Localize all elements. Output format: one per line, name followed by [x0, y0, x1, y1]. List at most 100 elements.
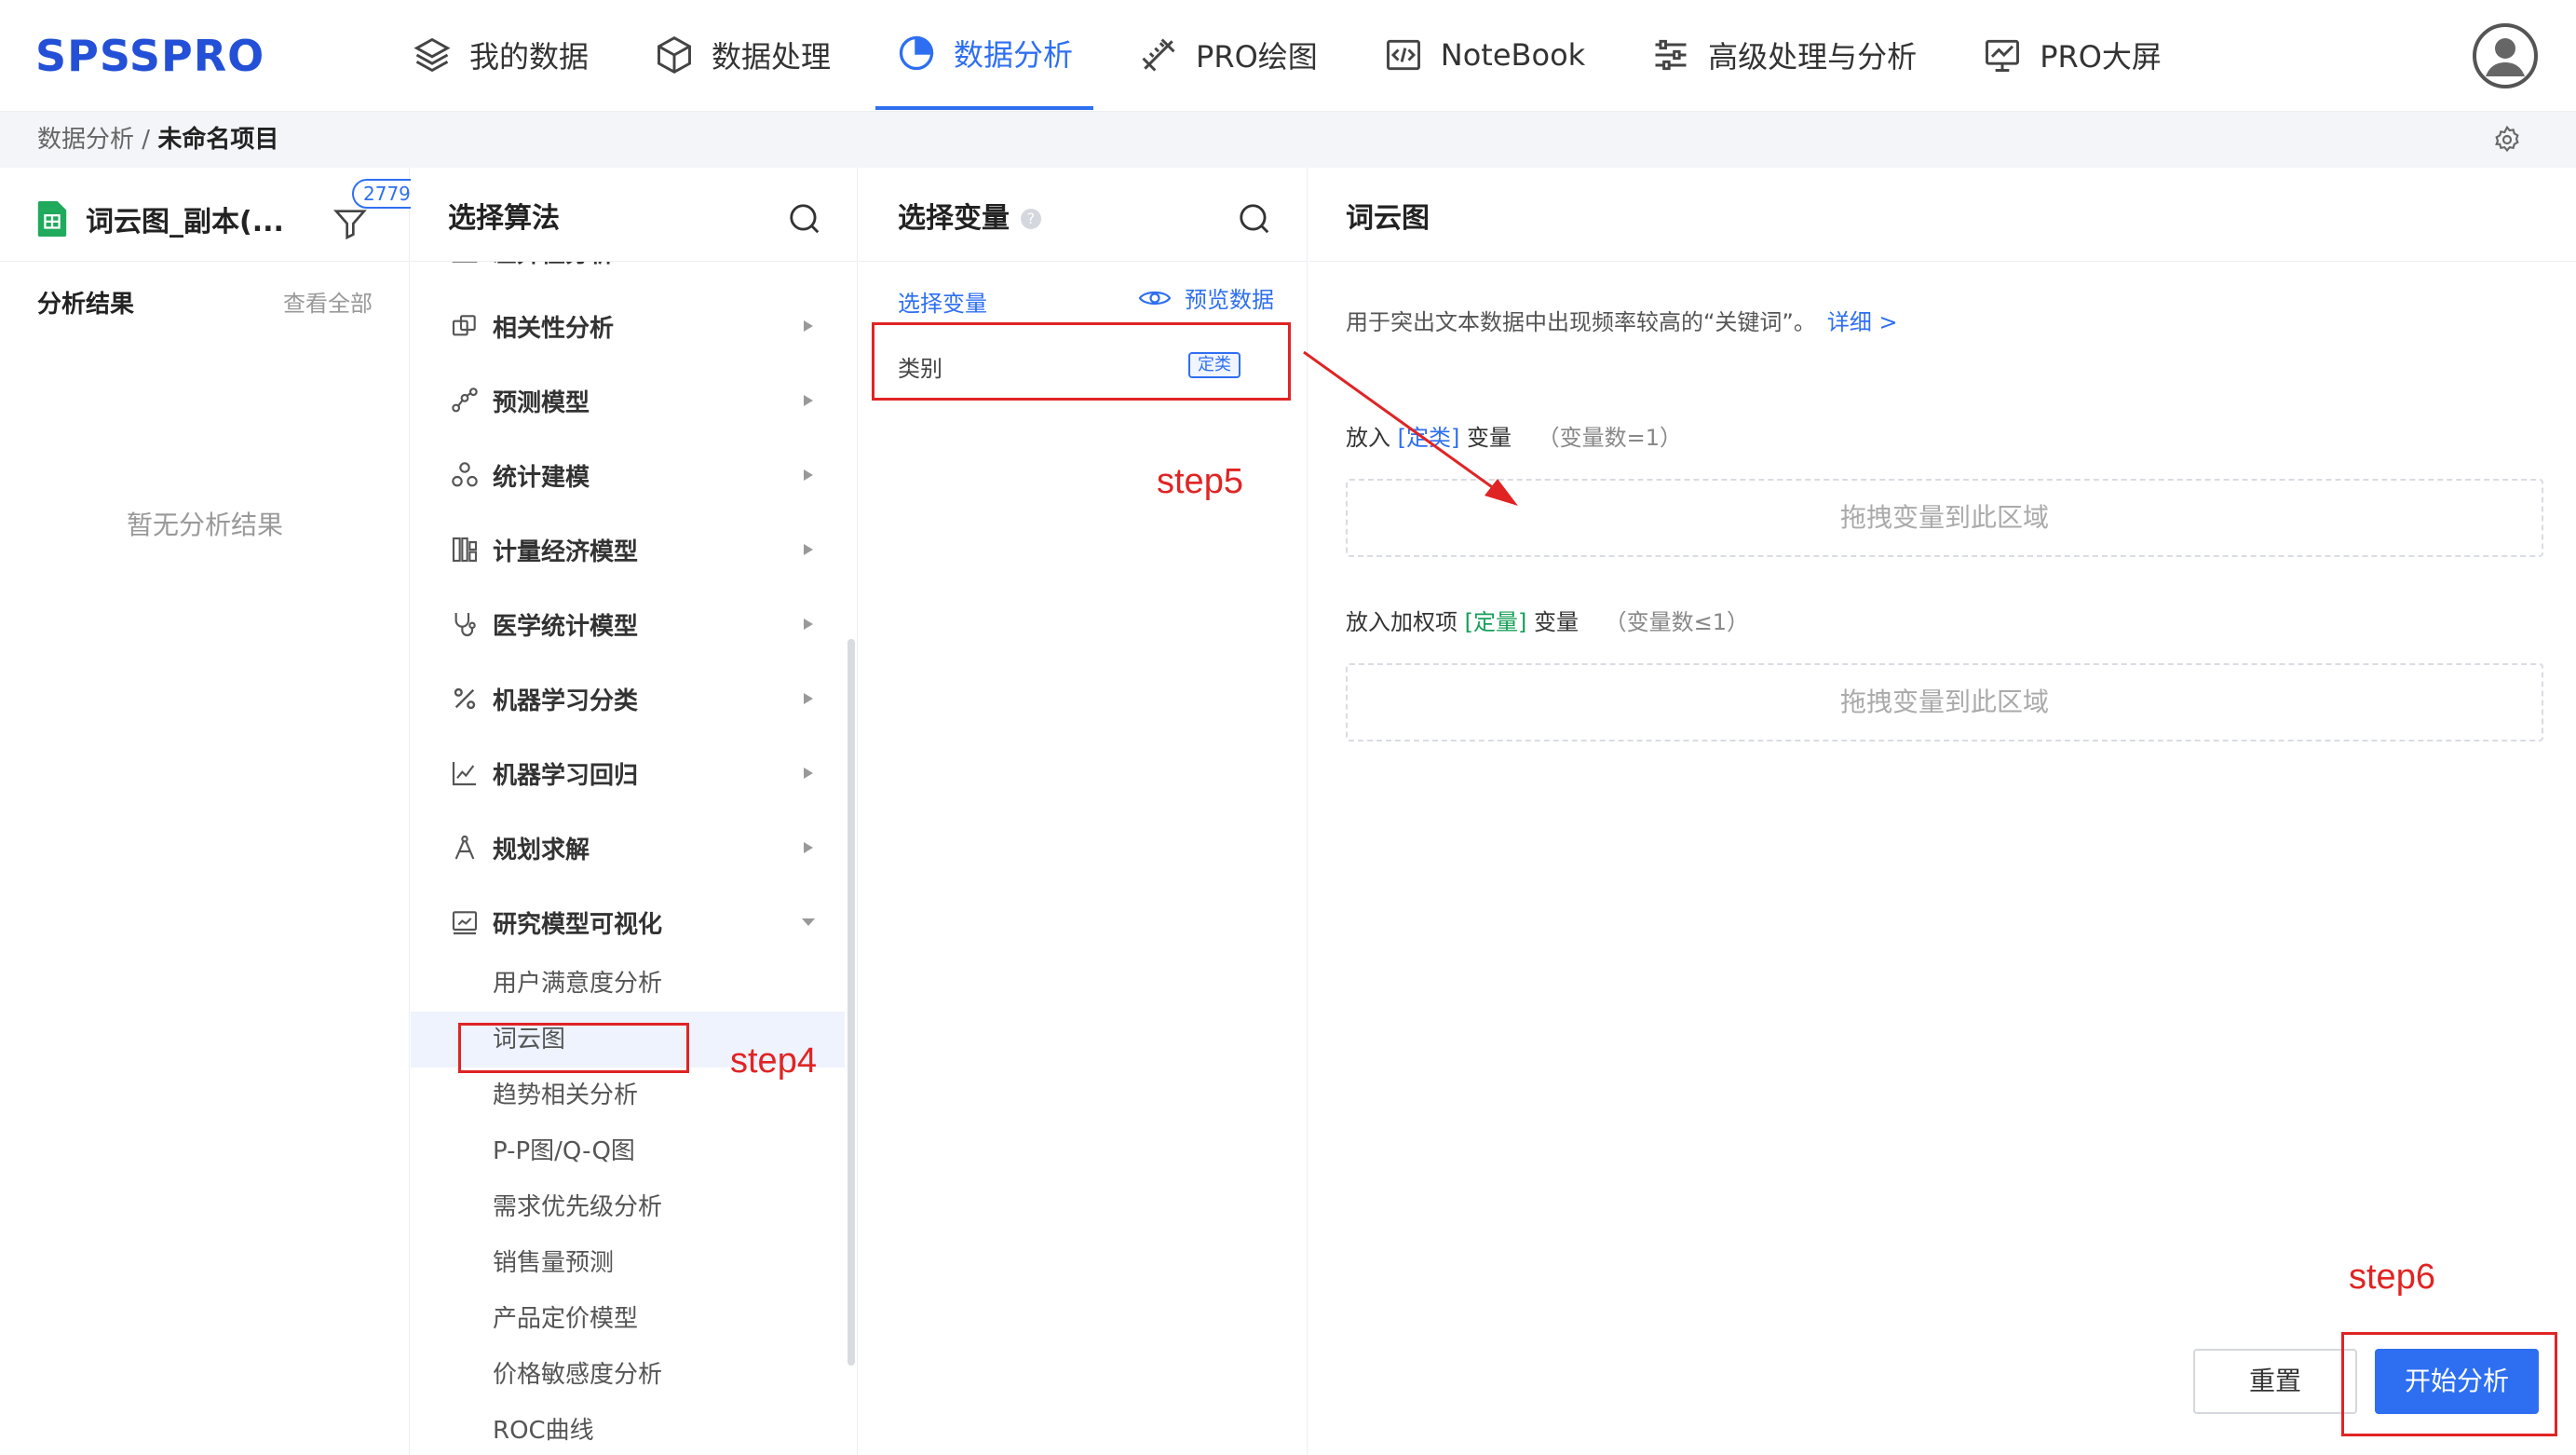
chart-board-icon [452, 911, 478, 935]
code-icon [1386, 39, 1420, 71]
category-label: 医学统计模型 [493, 612, 639, 641]
caret-right-icon [804, 842, 813, 853]
nav-data-processing[interactable]: 数据处理 [633, 0, 851, 110]
category-label: 计量经济模型 [493, 537, 639, 566]
analysis-results-title: 分析结果 [37, 291, 135, 319]
settings-gear-icon[interactable] [2492, 125, 2522, 155]
nav-pro-dashboard[interactable]: PRO大屏 [1961, 0, 2182, 110]
search-icon[interactable] [1237, 201, 1272, 237]
line-chart-icon [452, 762, 476, 786]
category-label: 研究模型可视化 [493, 910, 663, 939]
correlation-icon [452, 315, 476, 336]
columns-icon [452, 537, 478, 563]
app-logo[interactable]: SPSSPRO [35, 28, 264, 84]
project-title[interactable]: 词云图_副本(... [37, 196, 284, 242]
nav-label: 我的数据 [469, 39, 590, 75]
cube-icon [658, 35, 691, 75]
nav-advanced[interactable]: 高级处理与分析 [1630, 0, 1937, 110]
algo-header: 选择算法 [411, 168, 857, 261]
stethoscope-icon [454, 613, 476, 636]
slot-prefix: 放入加权项 [1346, 609, 1457, 635]
algorithm-panel: 差异性分析 相关性分析 预测模型 统计建模 计量经济模型 医学统计模型 [411, 168, 858, 1455]
category-ml-regression[interactable]: 机器学习回归 [411, 745, 845, 801]
step5-label: step5 [1157, 462, 1243, 501]
config-title: 词云图 [1346, 202, 1430, 235]
category-statistical-modeling[interactable]: 统计建模 [411, 447, 845, 503]
nav-pro-drawing[interactable]: PRO绘图 [1118, 0, 1338, 110]
caret-down-icon [802, 918, 815, 926]
category-ml-classification[interactable]: 机器学习分类 [411, 671, 845, 727]
nav-label: 数据分析 [954, 37, 1074, 73]
nav-label: 数据处理 [712, 39, 832, 75]
compass-icon [454, 835, 475, 860]
divider [411, 261, 857, 262]
sub-pp-qq[interactable]: P-P图/Q-Q图 [411, 1123, 845, 1179]
caret-right-icon [804, 395, 813, 406]
project-name: 词云图_副本(... [86, 206, 284, 238]
slot-count: （变量数≤1） [1604, 609, 1750, 635]
caret-right-icon [804, 469, 813, 481]
step6-label: step6 [2349, 1258, 2435, 1297]
nav-data-analysis[interactable]: 数据分析 [875, 0, 1094, 110]
breadcrumb: 数据分析 / 未命名项目 [37, 125, 278, 155]
scrollbar[interactable] [847, 639, 855, 1366]
sub-satisfaction[interactable]: 用户满意度分析 [411, 956, 845, 1012]
sub-demand-priority[interactable]: 需求优先级分析 [411, 1179, 845, 1235]
nav-label: 高级处理与分析 [1708, 39, 1918, 75]
slot-type: [定量] [1464, 609, 1527, 635]
help-icon[interactable]: ? [1021, 209, 1041, 229]
breadcrumb-separator: / [134, 126, 158, 154]
sub-roc-curve[interactable]: ROC曲线 [411, 1403, 845, 1455]
spreadsheet-icon [37, 201, 67, 237]
category-prediction[interactable]: 预测模型 [411, 373, 845, 428]
reset-button[interactable]: 重置 [2193, 1349, 2357, 1414]
nodes-icon [452, 462, 478, 487]
description-text: 用于突出文本数据中出现频率较高的“关键词”。 [1346, 309, 1816, 335]
drop-zone-weight[interactable]: 拖拽变量到此区域 [1346, 663, 2543, 741]
slot-suffix: 变量 [1534, 609, 1579, 635]
nav-my-data[interactable]: 我的数据 [391, 0, 609, 110]
category-planning[interactable]: 规划求解 [411, 820, 845, 876]
preview-data-link[interactable]: 预览数据 [1138, 281, 1274, 314]
config-description: 用于突出文本数据中出现频率较高的“关键词”。 详细 > [1346, 304, 1898, 336]
search-icon[interactable] [787, 201, 822, 237]
percent-icon [454, 687, 476, 710]
caret-right-icon [804, 320, 813, 332]
main-nav: 我的数据 数据处理 数据分析 PRO绘图 NoteBook 高级处理与分析 PR… [391, 0, 2206, 112]
network-icon [452, 388, 478, 413]
nav-notebook[interactable]: NoteBook [1363, 0, 1606, 110]
category-label: 机器学习回归 [493, 761, 639, 790]
caret-right-icon [804, 768, 813, 779]
category-label: 相关性分析 [493, 314, 615, 343]
category-label: 统计建模 [493, 463, 590, 492]
breadcrumb-current: 未命名项目 [157, 126, 279, 154]
ruler-pencil-icon [1142, 38, 1175, 72]
layers-icon [414, 37, 451, 73]
slot-weight-label: 放入加权项 [定量] 变量 （变量数≤1） [1346, 604, 1749, 636]
step4-label: step4 [730, 1041, 817, 1081]
details-link[interactable]: 详细 > [1827, 309, 1898, 335]
variables-title-text: 选择变量 [898, 202, 1010, 235]
nav-label: PRO绘图 [1196, 39, 1318, 75]
filter-icon[interactable] [332, 205, 369, 242]
slot-type: [定类] [1397, 425, 1460, 451]
slot-categorical-label: 放入 [定类] 变量 （变量数=1） [1346, 419, 1682, 452]
view-all-link[interactable]: 查看全部 [283, 285, 373, 318]
sub-sales-forecast[interactable]: 销售量预测 [411, 1235, 845, 1291]
category-research-visualization[interactable]: 研究模型可视化 [411, 894, 845, 950]
pie-chart-icon [899, 35, 934, 71]
user-avatar[interactable] [2472, 22, 2539, 89]
category-econometrics[interactable]: 计量经济模型 [411, 522, 845, 578]
nav-label: NoteBook [1440, 37, 1586, 73]
top-navbar: SPSSPRO 我的数据 数据处理 数据分析 PRO绘图 NoteBook 高级… [0, 0, 2576, 112]
category-correlation[interactable]: 相关性分析 [411, 298, 845, 354]
drop-zone-categorical[interactable]: 拖拽变量到此区域 [1346, 479, 2543, 557]
nav-label: PRO大屏 [2040, 39, 2162, 75]
preview-label: 预览数据 [1185, 287, 1274, 313]
breadcrumb-parent[interactable]: 数据分析 [37, 126, 134, 154]
select-variable-link[interactable]: 选择变量 [898, 285, 987, 318]
category-medical-statistics[interactable]: 医学统计模型 [411, 596, 845, 652]
sub-price-sensitivity[interactable]: 价格敏感度分析 [411, 1347, 845, 1403]
sub-pricing-model[interactable]: 产品定价模型 [411, 1291, 845, 1347]
category-label: 机器学习分类 [493, 687, 639, 715]
